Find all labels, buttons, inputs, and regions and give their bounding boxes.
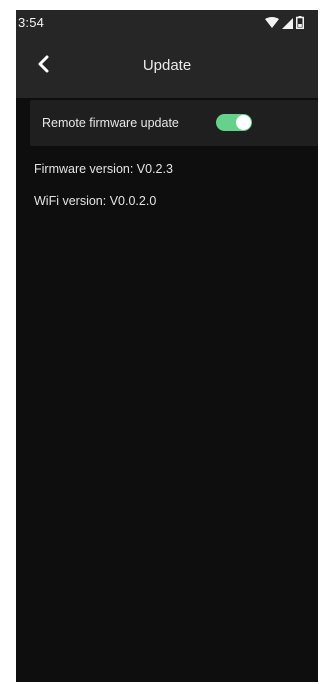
phone-screen: 3:54 Update Remote firmware update Firmw… <box>16 10 318 682</box>
remote-firmware-update-row: Remote firmware update <box>30 100 318 146</box>
wifi-icon <box>265 16 279 32</box>
toggle-knob <box>236 115 251 130</box>
app-bar: Update <box>16 36 318 98</box>
status-icons <box>265 16 304 32</box>
page-title: Update <box>142 57 192 74</box>
battery-icon <box>296 16 304 32</box>
status-bar: 3:54 <box>16 10 318 36</box>
remote-firmware-update-label: Remote firmware update <box>42 116 179 130</box>
status-time: 3:54 <box>18 15 45 30</box>
cell-signal-icon <box>282 17 293 32</box>
wifi-version-text: WiFi version: V0.0.2.0 <box>34 194 157 208</box>
firmware-version-text: Firmware version: V0.2.3 <box>34 162 173 176</box>
remote-firmware-update-toggle[interactable] <box>216 114 252 131</box>
